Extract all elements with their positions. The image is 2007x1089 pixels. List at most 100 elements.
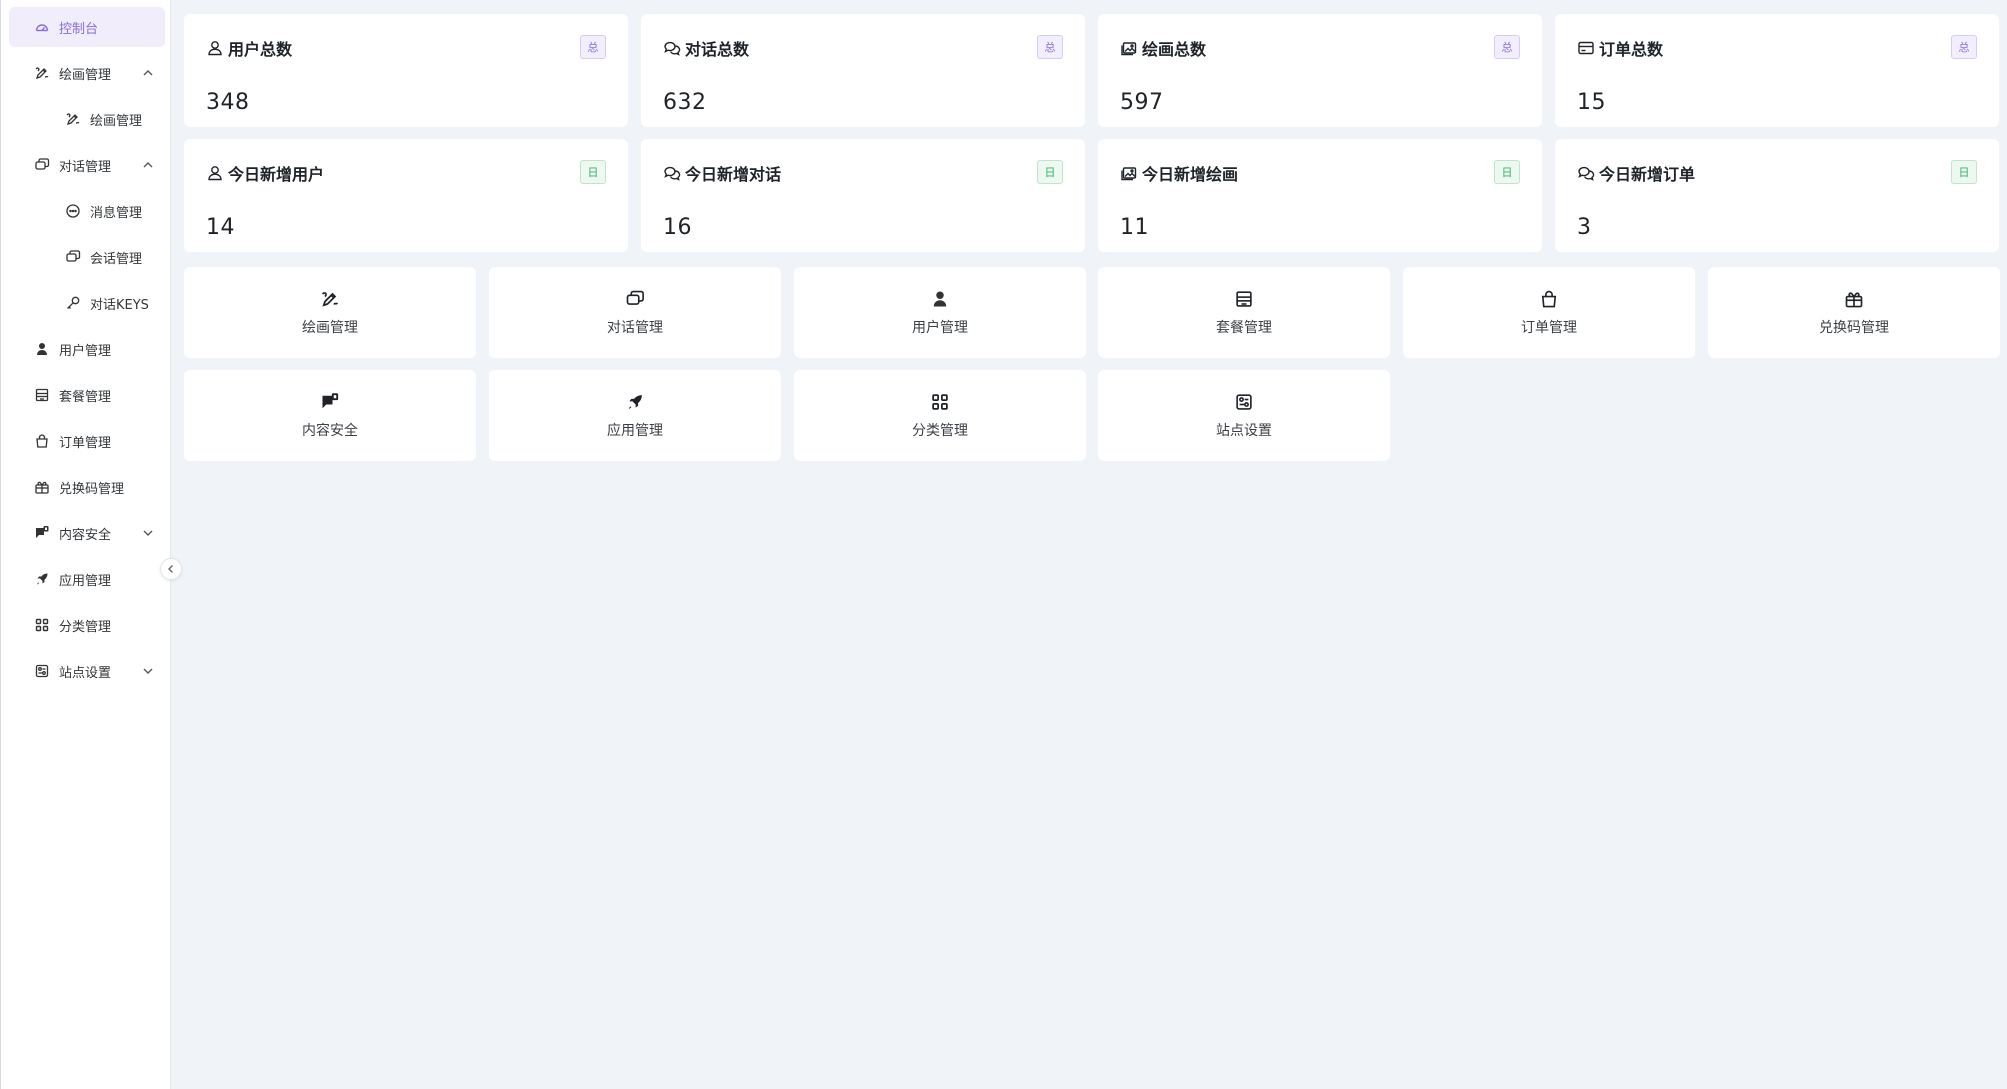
stat-card-title: 今日新增用户 xyxy=(228,165,325,184)
shield-chat-icon xyxy=(319,391,341,413)
sidebar-item-apps[interactable]: 应用管理 xyxy=(9,559,165,599)
sidebar-item-label: 对话管理 xyxy=(59,159,112,175)
sidebar-item-label: 应用管理 xyxy=(59,573,112,589)
stat-card-header: 订单总数 xyxy=(1577,36,1663,60)
top-strip xyxy=(171,0,2007,12)
stat-badge-total: 总 xyxy=(1494,35,1520,59)
sidebar-item-messages[interactable]: 消息管理 xyxy=(9,191,165,231)
stat-badge-day: 日 xyxy=(580,160,606,184)
stat-card-title: 绘画总数 xyxy=(1142,40,1207,59)
shortcut-chat-management[interactable]: 对话管理 xyxy=(489,267,781,358)
sidebar-item-content-safety[interactable]: 内容安全 xyxy=(9,513,165,553)
stat-card-total-orders: 订单总数 总 15 xyxy=(1555,14,1999,127)
stat-card-value: 597 xyxy=(1120,90,1164,115)
sidebar-item-label: 绘画管理 xyxy=(90,113,143,129)
shortcut-app-management[interactable]: 应用管理 xyxy=(489,370,781,461)
chevron-up-icon[interactable] xyxy=(141,158,155,172)
bag-icon xyxy=(1538,288,1560,310)
chevron-left-icon xyxy=(168,565,173,573)
shortcut-label: 绘画管理 xyxy=(302,320,358,336)
stat-badge-day: 日 xyxy=(1494,160,1520,184)
stat-badge-total: 总 xyxy=(1951,35,1977,59)
sidebar-item-dashboard[interactable]: 控制台 xyxy=(9,7,165,47)
stat-badge-total: 总 xyxy=(580,35,606,59)
chevron-down-icon[interactable] xyxy=(141,664,155,678)
stat-card-header: 今日新增用户 xyxy=(206,161,324,185)
app-root: 控制台 绘画管理 绘画管理 对话管理 消息管理 会话管理 对话KEYS 用户管理… xyxy=(0,0,2007,1089)
shortcut-category-management[interactable]: 分类管理 xyxy=(794,370,1086,461)
chat-bubbles-icon xyxy=(663,164,681,182)
sidebar-item-label: 站点设置 xyxy=(59,665,112,681)
stat-card-title: 今日新增订单 xyxy=(1599,165,1696,184)
shortcut-label: 套餐管理 xyxy=(1216,320,1272,336)
user-outline-icon xyxy=(206,164,224,182)
stat-card-title: 今日新增绘画 xyxy=(1142,165,1239,184)
message-icon xyxy=(65,203,81,219)
sidebar-item-label: 兑换码管理 xyxy=(59,481,125,497)
stat-badge-day: 日 xyxy=(1037,160,1063,184)
shortcut-redeem-code-management[interactable]: 兑换码管理 xyxy=(1708,267,2000,358)
stat-card-header: 今日新增对话 xyxy=(663,161,781,185)
stat-card-today-drawings: 今日新增绘画 日 11 xyxy=(1098,139,1542,252)
sidebar-item-packages[interactable]: 套餐管理 xyxy=(9,375,165,415)
shortcut-draw-management[interactable]: 绘画管理 xyxy=(184,267,476,358)
chat-icon xyxy=(624,288,646,310)
rocket-icon xyxy=(34,571,50,587)
settings-panel-icon xyxy=(34,663,50,679)
sidebar-item-categories[interactable]: 分类管理 xyxy=(9,605,165,645)
sidebar-item-site-settings[interactable]: 站点设置 xyxy=(9,651,165,691)
shortcut-label: 内容安全 xyxy=(302,423,358,439)
sidebar-item-label: 消息管理 xyxy=(90,205,143,221)
stat-card-today-orders: 今日新增订单 日 3 xyxy=(1555,139,1999,252)
shortcut-label: 对话管理 xyxy=(607,320,663,336)
stat-card-today-chats: 今日新增对话 日 16 xyxy=(641,139,1085,252)
sidebar-item-chat-keys[interactable]: 对话KEYS xyxy=(9,283,165,323)
sidebar-item-orders[interactable]: 订单管理 xyxy=(9,421,165,461)
sidebar-item-users[interactable]: 用户管理 xyxy=(9,329,165,369)
chat-bubbles-icon xyxy=(1577,164,1595,182)
store-icon xyxy=(1233,288,1255,310)
sidebar-item-label: 分类管理 xyxy=(59,619,112,635)
shortcut-site-settings[interactable]: 站点设置 xyxy=(1098,370,1390,461)
stat-card-title: 订单总数 xyxy=(1599,40,1664,59)
draw-icon xyxy=(34,65,50,81)
stat-card-value: 3 xyxy=(1577,215,1592,240)
chevron-down-icon[interactable] xyxy=(141,526,155,540)
sidebar: 控制台 绘画管理 绘画管理 对话管理 消息管理 会话管理 对话KEYS 用户管理… xyxy=(0,0,171,1089)
stat-card-value: 348 xyxy=(206,90,250,115)
stat-card-total-drawings: 绘画总数 总 597 xyxy=(1098,14,1542,127)
sidebar-item-label: 控制台 xyxy=(59,21,99,37)
sidebar-item-draw-group[interactable]: 绘画管理 xyxy=(9,53,165,93)
stat-card-header: 对话总数 xyxy=(663,36,749,60)
shortcut-content-safety[interactable]: 内容安全 xyxy=(184,370,476,461)
rocket-icon xyxy=(624,391,646,413)
sidebar-collapse-button[interactable] xyxy=(160,558,182,580)
bag-icon xyxy=(34,433,50,449)
stat-card-header: 今日新增绘画 xyxy=(1120,161,1238,185)
shortcut-label: 兑换码管理 xyxy=(1819,320,1889,336)
sidebar-item-redeem-codes[interactable]: 兑换码管理 xyxy=(9,467,165,507)
user-icon xyxy=(34,341,50,357)
settings-panel-icon xyxy=(1233,391,1255,413)
sidebar-item-sessions[interactable]: 会话管理 xyxy=(9,237,165,277)
shortcut-package-management[interactable]: 套餐管理 xyxy=(1098,267,1390,358)
user-outline-icon xyxy=(206,39,224,57)
chevron-up-icon[interactable] xyxy=(141,66,155,80)
chat-icon xyxy=(34,157,50,173)
gift-icon xyxy=(1843,288,1865,310)
shortcut-label: 站点设置 xyxy=(1216,423,1272,439)
image-icon xyxy=(1120,164,1138,182)
stat-badge-day: 日 xyxy=(1951,160,1977,184)
sidebar-item-draw[interactable]: 绘画管理 xyxy=(9,99,165,139)
draw-icon xyxy=(319,288,341,310)
shortcut-order-management[interactable]: 订单管理 xyxy=(1403,267,1695,358)
card-icon xyxy=(1577,39,1595,57)
stat-card-header: 绘画总数 xyxy=(1120,36,1206,60)
shield-chat-icon xyxy=(34,525,50,541)
chat-bubbles-icon xyxy=(663,39,681,57)
stat-card-today-users: 今日新增用户 日 14 xyxy=(184,139,628,252)
sidebar-item-chat-group[interactable]: 对话管理 xyxy=(9,145,165,185)
shortcut-label: 应用管理 xyxy=(607,423,663,439)
shortcut-user-management[interactable]: 用户管理 xyxy=(794,267,1086,358)
stat-card-title: 今日新增对话 xyxy=(685,165,782,184)
